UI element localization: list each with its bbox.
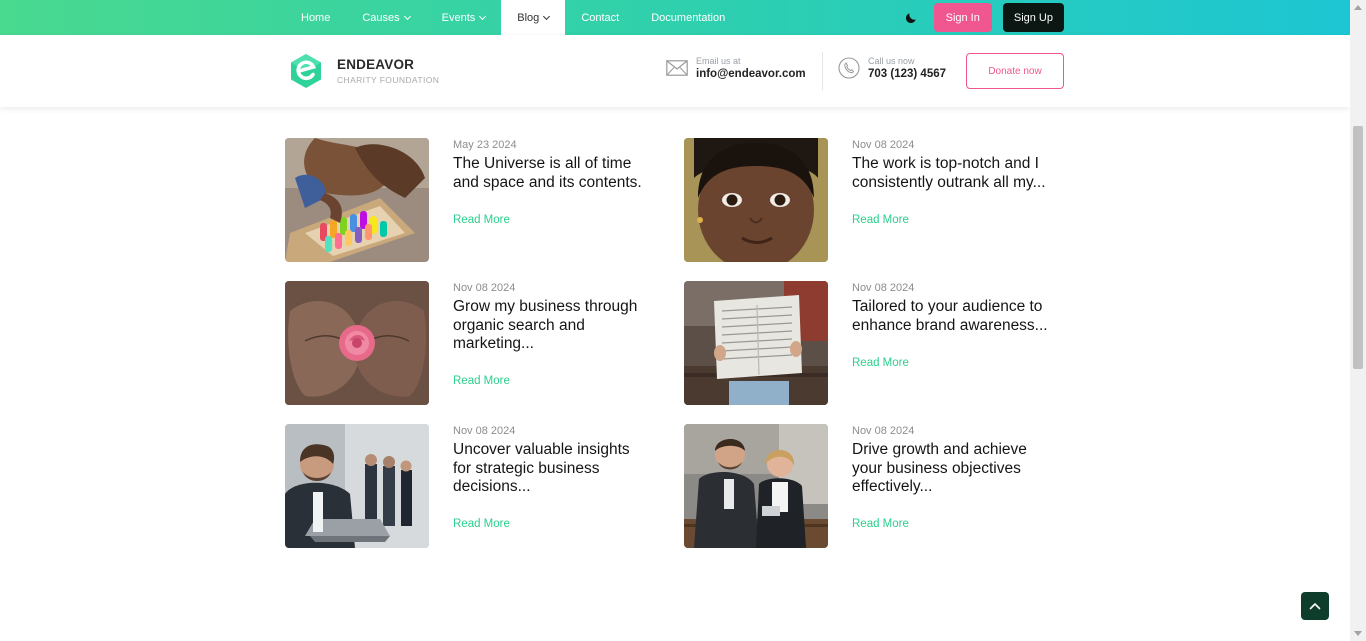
post-title-line: enhance brand awareness... xyxy=(852,316,1048,334)
card-body: Nov 08 2024 Uncover valuable insights fo… xyxy=(453,424,665,548)
nav-label-contact: Contact xyxy=(581,11,620,24)
post-title-line: for strategic business xyxy=(453,459,600,477)
endeavor-logo[interactable] xyxy=(287,52,325,90)
post-title-line: The Universe is all of time xyxy=(453,155,632,172)
phone-contact[interactable]: Call us now 703 (123) 4567 xyxy=(838,56,946,80)
page: Home Causes Events Blog Contact Document… xyxy=(0,0,1366,641)
post-title[interactable]: The work is top-notch and I consistently… xyxy=(852,155,1064,192)
email-contact[interactable]: Email us at info@endeavor.com xyxy=(666,56,806,80)
scroll-down-arrow[interactable] xyxy=(1354,631,1362,636)
post-title-line: Drive growth and achieve xyxy=(852,441,1027,458)
newspaper-reader-photo[interactable] xyxy=(684,281,828,405)
read-more-link[interactable]: Read More xyxy=(852,518,909,530)
blog-card: May 23 2024 The Universe is all of time … xyxy=(285,138,665,262)
donate-button[interactable]: Donate now xyxy=(966,53,1064,89)
post-title-line: Uncover valuable insights xyxy=(453,441,630,458)
nav-actions: Sign In Sign Up xyxy=(899,3,1064,32)
scroll-up-arrow[interactable] xyxy=(1354,5,1362,10)
chevron-down-icon xyxy=(543,12,551,20)
card-body: Nov 08 2024 Grow my business through org… xyxy=(453,281,665,405)
nav-item-documentation[interactable]: Documentation xyxy=(635,0,741,35)
site-header: ENDEAVOR CHARITY FOUNDATION Email us at … xyxy=(0,35,1350,107)
page-scrollbar[interactable] xyxy=(1350,0,1366,641)
post-title-line: organic search and xyxy=(453,316,585,334)
business-meeting-photo[interactable] xyxy=(684,424,828,548)
brand-tagline: CHARITY FOUNDATION xyxy=(337,75,440,85)
post-date: Nov 08 2024 xyxy=(453,425,516,437)
blog-card: Nov 08 2024 Tailored to your audience to… xyxy=(684,281,1064,405)
sign-up-button[interactable]: Sign Up xyxy=(1002,3,1064,32)
post-title[interactable]: Grow my business through organic search … xyxy=(453,298,665,354)
post-title-line: effectively... xyxy=(852,478,933,495)
child-portrait-photo[interactable] xyxy=(684,138,828,262)
post-title-line: Grow my business through xyxy=(453,298,638,315)
phone-value: 703 (123) 4567 xyxy=(868,68,947,80)
post-date: Nov 08 2024 xyxy=(453,282,516,294)
phone-icon xyxy=(838,57,860,79)
chevron-up-icon xyxy=(1309,603,1321,610)
nav-item-causes[interactable]: Causes xyxy=(346,0,425,35)
post-title-line: your business objectives xyxy=(852,459,1021,477)
nav-label-blog: Blog xyxy=(517,11,540,24)
scrollbar-thumb[interactable] xyxy=(1353,126,1363,369)
post-date: Nov 08 2024 xyxy=(852,425,915,437)
read-more-link[interactable]: Read More xyxy=(453,518,510,530)
card-body: Nov 08 2024 The work is top-notch and I … xyxy=(852,138,1064,262)
main-nav: Home Causes Events Blog Contact Document… xyxy=(285,0,741,35)
read-more-link[interactable]: Read More xyxy=(852,357,909,369)
post-date: Nov 08 2024 xyxy=(852,139,915,151)
read-more-link[interactable]: Read More xyxy=(453,375,510,387)
nav-label-events: Events xyxy=(441,11,476,24)
card-body: May 23 2024 The Universe is all of time … xyxy=(453,138,665,262)
post-title-line: Tailored to your audience to xyxy=(852,298,1043,315)
businessman-laptop-photo[interactable] xyxy=(285,424,429,548)
envelope-icon xyxy=(666,60,688,76)
post-title-line: marketing... xyxy=(453,335,534,352)
post-title-line: consistently outrank all my... xyxy=(852,173,1046,191)
header-divider xyxy=(822,52,823,90)
back-to-top-button[interactable] xyxy=(1301,592,1329,620)
post-title-line: The work is top-notch and I xyxy=(852,155,1039,172)
email-label: Email us at xyxy=(696,56,741,66)
read-more-link[interactable]: Read More xyxy=(453,214,510,226)
nav-label-home: Home xyxy=(301,11,331,24)
post-title[interactable]: Uncover valuable insights for strategic … xyxy=(453,441,665,497)
blog-card: Nov 08 2024 The work is top-notch and I … xyxy=(684,138,1064,262)
moon-icon[interactable] xyxy=(899,6,923,30)
card-body: Nov 08 2024 Tailored to your audience to… xyxy=(852,281,1064,405)
chevron-down-icon xyxy=(403,12,411,20)
read-more-link[interactable]: Read More xyxy=(852,214,909,226)
post-title-line: decisions... xyxy=(453,478,531,495)
post-date: May 23 2024 xyxy=(453,139,517,151)
blog-card: Nov 08 2024 Drive growth and achieve you… xyxy=(684,424,1064,548)
phone-label: Call us now xyxy=(868,56,915,66)
post-title-line: and space and its contents. xyxy=(453,173,642,191)
nav-label-documentation: Documentation xyxy=(651,11,726,24)
brand: ENDEAVOR CHARITY FOUNDATION xyxy=(337,57,439,85)
nav-item-home[interactable]: Home xyxy=(285,0,346,35)
post-title[interactable]: The Universe is all of time and space an… xyxy=(453,155,665,192)
nav-item-contact[interactable]: Contact xyxy=(565,0,635,35)
crayons-photo[interactable] xyxy=(285,138,429,262)
brand-name: ENDEAVOR xyxy=(337,57,415,72)
chevron-down-icon xyxy=(479,12,487,20)
nav-item-blog[interactable]: Blog xyxy=(501,0,566,35)
card-body: Nov 08 2024 Drive growth and achieve you… xyxy=(852,424,1064,548)
post-title[interactable]: Drive growth and achieve your business o… xyxy=(852,441,1064,497)
email-value: info@endeavor.com xyxy=(696,68,806,80)
nav-item-events[interactable]: Events xyxy=(426,0,502,35)
nav-label-causes: Causes xyxy=(362,11,400,24)
top-navbar: Home Causes Events Blog Contact Document… xyxy=(0,0,1350,35)
blog-card: Nov 08 2024 Uncover valuable insights fo… xyxy=(285,424,665,548)
post-title[interactable]: Tailored to your audience to enhance bra… xyxy=(852,298,1064,335)
rose-in-hands-photo[interactable] xyxy=(285,281,429,405)
sign-in-button[interactable]: Sign In xyxy=(933,3,992,32)
post-date: Nov 08 2024 xyxy=(852,282,915,294)
blog-card: Nov 08 2024 Grow my business through org… xyxy=(285,281,665,405)
